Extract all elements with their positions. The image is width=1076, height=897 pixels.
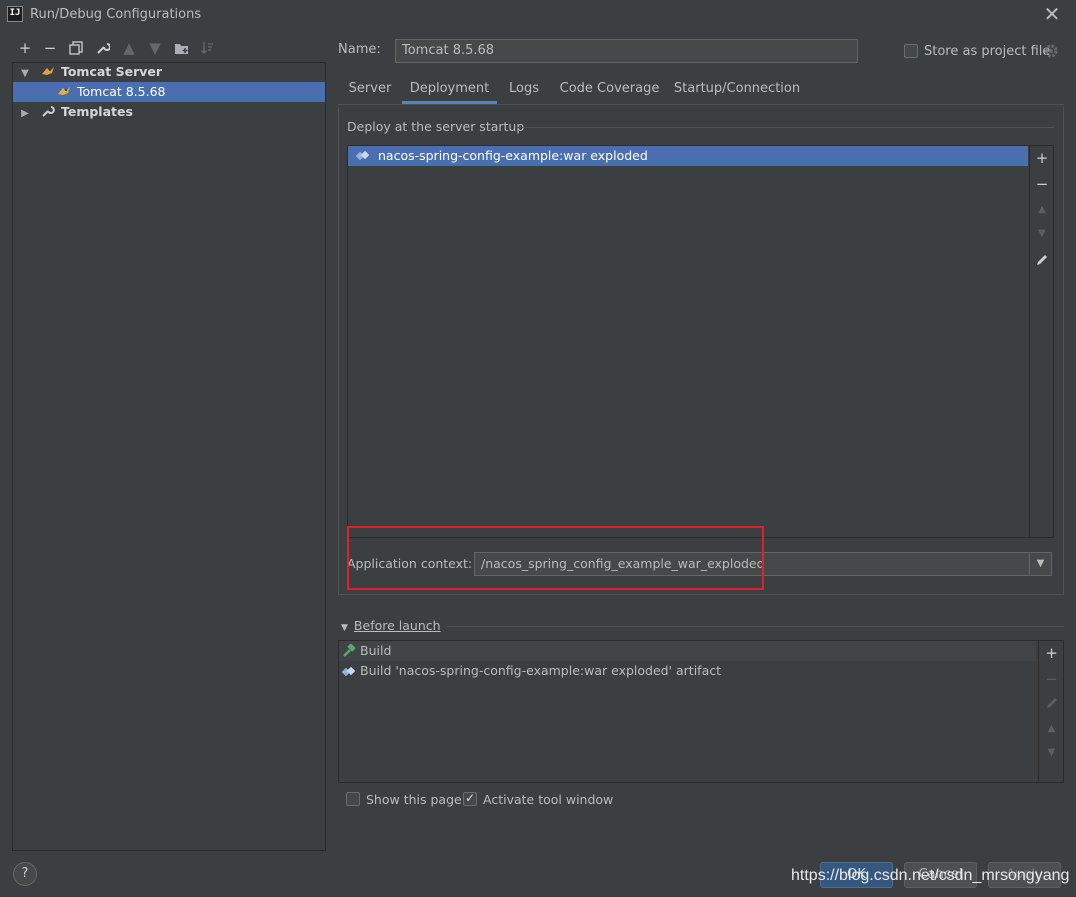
- artifact-icon: [342, 666, 356, 677]
- help-button[interactable]: ?: [13, 862, 37, 886]
- close-icon[interactable]: ✕: [1040, 2, 1064, 26]
- wrench-icon[interactable]: [93, 39, 113, 57]
- artifact-list: [347, 145, 1054, 538]
- gear-icon[interactable]: [1043, 43, 1059, 59]
- remove-icon[interactable]: −: [1039, 667, 1064, 691]
- tree-item-label: Tomcat 8.5.68: [76, 84, 166, 99]
- tree-group-label: Tomcat Server: [60, 64, 163, 79]
- tree-group-tomcat-server[interactable]: ▼ Tomcat Server: [13, 62, 325, 82]
- before-launch-toolbar: + − ▲ ▼: [1038, 641, 1063, 782]
- move-up-icon[interactable]: ▲: [119, 39, 139, 57]
- show-this-page-label[interactable]: Show this page: [366, 792, 462, 807]
- add-icon[interactable]: +: [1030, 146, 1054, 170]
- edit-icon[interactable]: [1039, 691, 1064, 715]
- show-this-page-checkbox[interactable]: [346, 792, 360, 806]
- store-as-project-file-checkbox[interactable]: [904, 44, 918, 58]
- tab-code-coverage[interactable]: Code Coverage: [556, 76, 663, 104]
- chevron-down-icon[interactable]: ▼: [1029, 553, 1051, 575]
- tomcat-icon: [58, 87, 70, 95]
- name-label: Name:: [338, 42, 381, 57]
- edit-icon[interactable]: [1030, 248, 1054, 272]
- tree-group-templates[interactable]: ▶ Templates: [13, 102, 325, 122]
- copy-icon[interactable]: [66, 39, 86, 57]
- move-up-icon[interactable]: ▲: [1039, 717, 1064, 741]
- divider: [446, 626, 1064, 627]
- activate-tool-window-checkbox[interactable]: [463, 791, 477, 806]
- tab-logs[interactable]: Logs: [502, 76, 546, 104]
- tab-startup-connection[interactable]: Startup/Connection: [672, 76, 802, 104]
- deploy-group-title: Deploy at the server startup: [347, 119, 525, 134]
- divider: [517, 127, 1054, 128]
- chevron-down-icon[interactable]: ▼: [19, 64, 31, 84]
- add-icon[interactable]: +: [1039, 641, 1064, 665]
- window-title: Run/Debug Configurations: [30, 7, 202, 22]
- intellij-app-icon: IJ: [7, 6, 23, 22]
- move-down-icon[interactable]: ▼: [1039, 741, 1064, 765]
- tree-templates-label: Templates: [60, 104, 133, 119]
- artifact-toolbar: + − ▲ ▼: [1029, 146, 1053, 537]
- tabs-divider: [338, 104, 1064, 105]
- wrench-icon: [42, 106, 55, 117]
- chevron-right-icon[interactable]: ▶: [19, 104, 31, 124]
- artifact-icon: [355, 150, 370, 161]
- move-up-icon[interactable]: ▲: [1030, 198, 1054, 222]
- tomcat-icon: [41, 67, 54, 75]
- add-icon[interactable]: +: [15, 39, 35, 57]
- remove-icon[interactable]: −: [40, 39, 60, 57]
- watermark-text: https://blog.csdn.net/csdn_mrsongyang: [791, 867, 1070, 884]
- activate-tool-window-label[interactable]: Activate tool window: [483, 792, 613, 807]
- before-launch-item-label: Build 'nacos-spring-config-example:war e…: [360, 663, 722, 678]
- move-down-icon[interactable]: ▼: [1030, 222, 1054, 246]
- remove-icon[interactable]: −: [1030, 172, 1054, 196]
- hammer-icon: [343, 644, 356, 657]
- artifact-name: nacos-spring-config-example:war exploded: [377, 148, 648, 163]
- before-launch-header[interactable]: ▼ Before launch: [341, 618, 441, 633]
- tree-item-tomcat-8-5-68[interactable]: Tomcat 8.5.68: [13, 82, 325, 102]
- chevron-down-icon[interactable]: ▼: [341, 623, 348, 633]
- before-launch-item-label: Build: [360, 643, 392, 658]
- highlight-annotation-box: [347, 526, 764, 590]
- new-folder-icon[interactable]: [171, 39, 191, 57]
- tab-server[interactable]: Server: [342, 76, 398, 104]
- before-launch-title: Before launch: [353, 618, 441, 633]
- configuration-tree: [12, 62, 326, 851]
- before-launch-item-artifact[interactable]: Build 'nacos-spring-config-example:war e…: [339, 661, 1036, 681]
- artifact-list-item[interactable]: nacos-spring-config-example:war exploded: [348, 146, 1028, 166]
- move-down-icon[interactable]: ▼: [145, 39, 165, 57]
- tab-deployment[interactable]: Deployment: [402, 76, 497, 104]
- sort-icon[interactable]: [197, 39, 217, 57]
- name-field[interactable]: Tomcat 8.5.68: [395, 39, 858, 63]
- before-launch-item-build[interactable]: Build: [339, 641, 1036, 661]
- store-as-project-file-label[interactable]: Store as project file: [924, 44, 1050, 59]
